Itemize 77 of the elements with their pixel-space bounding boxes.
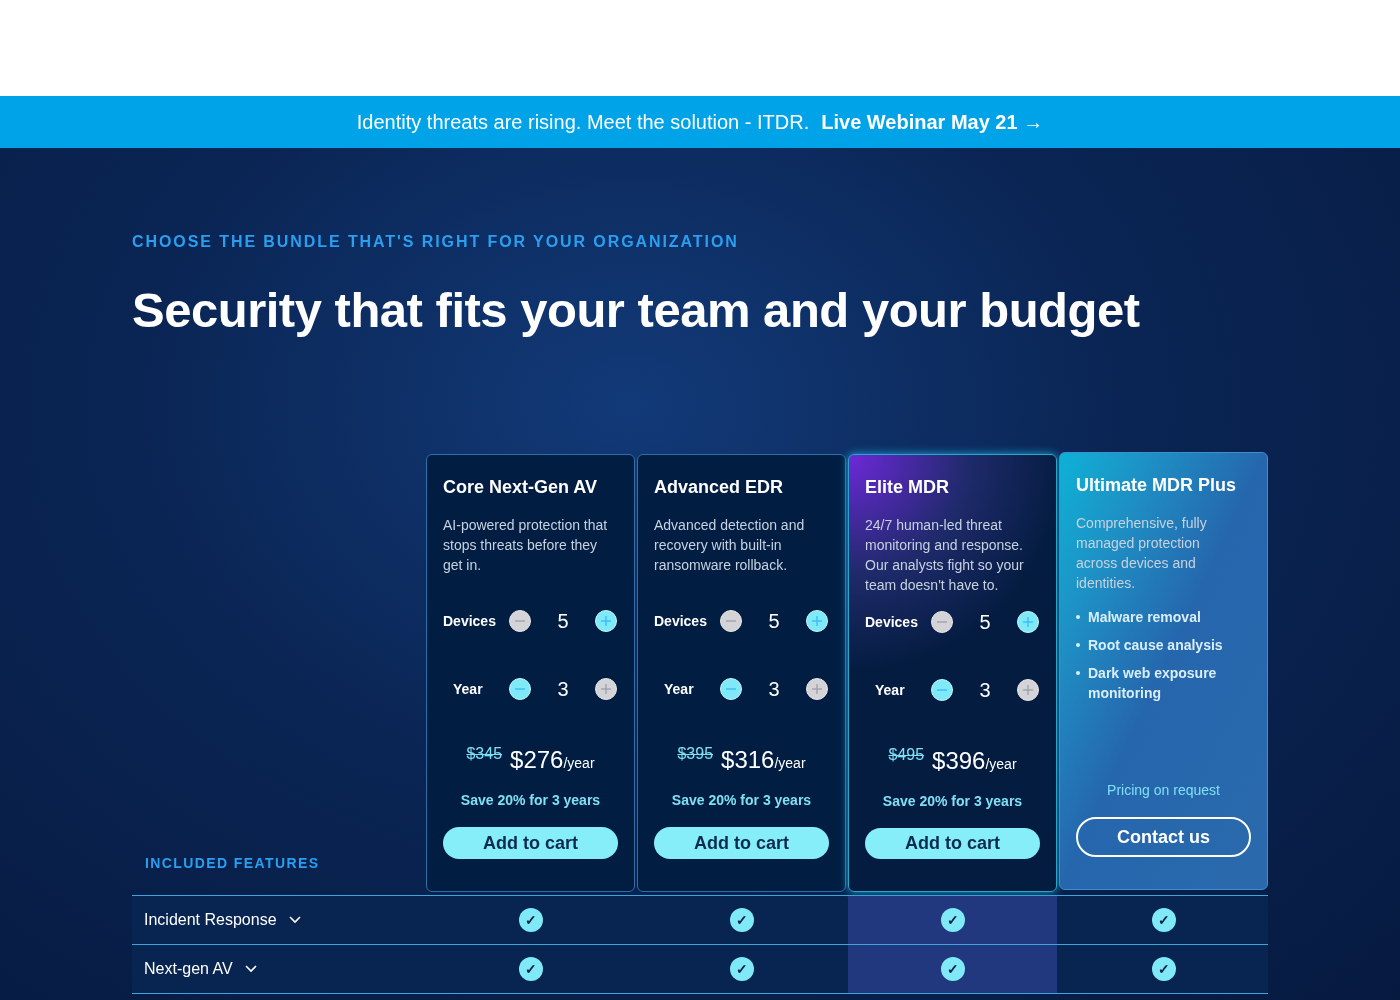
plus-icon bbox=[600, 615, 612, 628]
savings-text: Save 20% for 3 years bbox=[881, 792, 1024, 811]
savings-text: Save 20% for 3 years bbox=[459, 791, 602, 811]
check-badge: ✓ bbox=[729, 957, 754, 981]
plus-icon bbox=[811, 615, 823, 628]
section-heading: Security that fits your team and your budget bbox=[132, 282, 1141, 338]
chevron-down-icon bbox=[244, 965, 257, 973]
minus-button[interactable] bbox=[931, 679, 953, 701]
plus-icon bbox=[811, 683, 823, 696]
stepper-label: Year bbox=[663, 679, 695, 699]
check-badge: ✓ bbox=[518, 957, 543, 981]
plus-button[interactable] bbox=[1017, 679, 1039, 701]
add-to-cart-button[interactable]: Add to cart bbox=[865, 828, 1040, 859]
original-price: $395 bbox=[677, 744, 714, 765]
check-badge: ✓ bbox=[729, 908, 754, 932]
plus-icon bbox=[1022, 684, 1034, 696]
price-unit: /year bbox=[985, 756, 1017, 774]
banner-text: Identity threats are rising. Meet the solution - ITDR. bbox=[356, 110, 810, 135]
price: $276 bbox=[510, 745, 564, 776]
plan-description: 24/7 human-led threat monitoring and response. Our analysts fight so your team doesn't have to. bbox=[865, 516, 1025, 595]
add-to-cart-button[interactable]: Add to cart bbox=[654, 827, 829, 859]
bullet-icon bbox=[1076, 615, 1080, 619]
stepper-label: Year bbox=[874, 680, 906, 700]
bullet-icon bbox=[1076, 643, 1080, 647]
plus-button[interactable] bbox=[1017, 611, 1039, 633]
stepper-label: Devices bbox=[654, 611, 708, 631]
minus-button[interactable] bbox=[509, 610, 531, 633]
minus-button[interactable] bbox=[720, 610, 742, 633]
plus-icon bbox=[1022, 616, 1034, 628]
stepper-value: 3 bbox=[556, 677, 570, 703]
plus-button[interactable] bbox=[806, 610, 828, 633]
plan-description: AI-powered protection that stops threats before they get in. bbox=[443, 516, 609, 575]
stepper-value: 5 bbox=[767, 609, 781, 635]
stepper-label: Devices bbox=[865, 612, 919, 632]
section-eyebrow: CHOOSE THE BUNDLE THAT'S RIGHT FOR YOUR ORGANIZATION bbox=[132, 232, 740, 252]
check-badge: ✓ bbox=[1151, 908, 1176, 932]
stepper-value: 5 bbox=[978, 610, 992, 635]
check-badge: ✓ bbox=[518, 908, 543, 932]
plus-button[interactable] bbox=[806, 678, 828, 701]
stepper-value: 5 bbox=[556, 609, 570, 635]
feature-row-toggle[interactable]: Next-gen AV bbox=[132, 945, 424, 993]
stepper-value: 3 bbox=[978, 678, 992, 703]
minus-button[interactable] bbox=[509, 678, 531, 701]
feature-bullet: Root cause analysis bbox=[1088, 636, 1223, 655]
minus-button[interactable] bbox=[720, 678, 742, 701]
plan-description: Advanced detection and recovery with built-in ransomware rollback. bbox=[654, 516, 806, 575]
feature-bullet: Malware removal bbox=[1088, 608, 1201, 627]
plan-name: Ultimate MDR Plus bbox=[1076, 474, 1238, 497]
price-unit: /year bbox=[563, 755, 595, 774]
original-price: $495 bbox=[888, 745, 925, 765]
check-badge: ✓ bbox=[940, 908, 965, 932]
price: $396 bbox=[932, 746, 986, 776]
stepper-label: Year bbox=[452, 679, 484, 699]
add-to-cart-button[interactable]: Add to cart bbox=[443, 827, 618, 859]
savings-text: Save 20% for 3 years bbox=[670, 791, 813, 811]
stepper-value: 3 bbox=[767, 677, 781, 703]
plus-icon bbox=[600, 683, 612, 696]
contact-button[interactable]: Contact us bbox=[1076, 817, 1251, 857]
pricing-note: Pricing on request bbox=[1106, 781, 1221, 800]
plan-description: Comprehensive, fully managed protection across devices and identities. bbox=[1076, 514, 1208, 593]
plan-name: Core Next-Gen AV bbox=[443, 476, 599, 499]
stepper-label: Devices bbox=[443, 611, 497, 631]
plan-name: Elite MDR bbox=[865, 476, 950, 499]
original-price: $345 bbox=[466, 744, 503, 765]
check-badge: ✓ bbox=[940, 957, 965, 981]
price-unit: /year bbox=[774, 755, 806, 774]
feature-bullet: Dark web exposure monitoring bbox=[1088, 664, 1218, 703]
feature-row-toggle[interactable]: Incident Response bbox=[132, 896, 424, 944]
minus-button[interactable] bbox=[931, 611, 953, 633]
chevron-down-icon bbox=[288, 916, 301, 924]
plus-button[interactable] bbox=[595, 610, 617, 633]
bullet-icon bbox=[1076, 671, 1080, 675]
check-badge: ✓ bbox=[1151, 957, 1176, 981]
price: $316 bbox=[721, 745, 775, 776]
plan-name: Advanced EDR bbox=[654, 476, 785, 499]
plus-button[interactable] bbox=[595, 678, 617, 701]
features-label: INCLUDED FEATURES bbox=[145, 854, 320, 873]
